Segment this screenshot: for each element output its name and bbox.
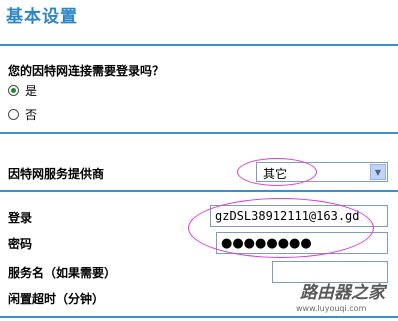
radio-yes-button[interactable]: [8, 85, 19, 96]
login-label: 登录: [8, 211, 33, 225]
watermark-url: www.luyouqi.com: [296, 304, 367, 313]
radio-option-yes[interactable]: 是: [8, 82, 37, 99]
isp-label: 因特网服务提供商: [8, 167, 105, 181]
isp-selected-value: 其它: [263, 167, 288, 181]
title-divider: [0, 44, 398, 46]
radio-no-label: 否: [25, 108, 38, 122]
section-divider-3: [0, 316, 398, 318]
section-divider-1: [0, 132, 398, 134]
section-divider-2: [0, 190, 398, 192]
login-input[interactable]: gzDSL38912111@163.gd: [210, 205, 388, 227]
page-title: 基本设置: [6, 7, 78, 27]
idle-timeout-label: 闲置超时（分钟）: [8, 292, 105, 306]
radio-yes-label: 是: [25, 84, 38, 98]
radio-no-button[interactable]: [8, 109, 19, 120]
isp-select[interactable]: 其它 ▼: [256, 162, 388, 182]
password-label: 密码: [8, 237, 33, 251]
service-name-label: 服务名（如果需要）: [8, 266, 117, 280]
chevron-down-icon[interactable]: ▼: [370, 164, 386, 180]
login-question-label: 您的因特网连接需要登录吗？: [8, 64, 165, 78]
radio-option-no[interactable]: 否: [8, 106, 37, 123]
watermark-logo: 路由器之家: [300, 283, 385, 303]
password-input[interactable]: ●●●●●●●●: [216, 232, 388, 254]
